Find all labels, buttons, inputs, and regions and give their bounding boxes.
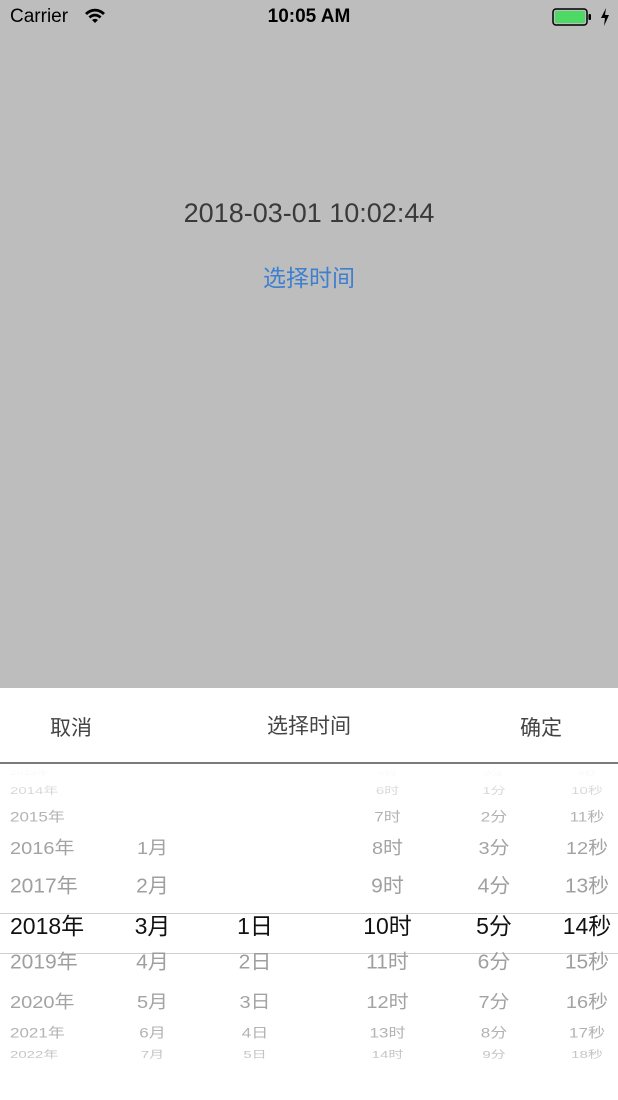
second-option[interactable]: 17秒 (548, 1021, 618, 1041)
second-option[interactable]: 9秒 (548, 768, 618, 777)
hour-option[interactable]: 13时 (345, 1021, 430, 1041)
hour-option[interactable]: 10时 (345, 907, 430, 941)
second-option[interactable]: 11秒 (548, 805, 618, 825)
minute-option[interactable]: 8分 (450, 1021, 538, 1041)
year-option[interactable]: 2013年 (10, 768, 110, 777)
day-option[interactable]: 5日 (210, 1047, 300, 1061)
hour-option[interactable]: 7时 (345, 805, 430, 825)
month-option[interactable]: 5月 (110, 987, 195, 1013)
select-time-button[interactable]: 选择时间 (0, 259, 618, 293)
second-wheel[interactable]: 9秒 10秒 11秒 12秒 13秒 14秒 15秒 16秒 17秒 18秒 (548, 764, 618, 1100)
month-option[interactable]: 1月 (110, 833, 195, 859)
second-option[interactable]: 10秒 (548, 783, 618, 797)
hour-wheel[interactable]: 5时 6时 7时 8时 9时 10时 11时 12时 13时 14时 (345, 764, 430, 1100)
year-option[interactable]: 2018年 (10, 907, 110, 941)
month-wheel[interactable]: 1月 2月 3月 4月 5月 6月 7月 (110, 764, 195, 1100)
year-option[interactable]: 2014年 (10, 783, 110, 797)
picker-toolbar: 取消 选择时间 确定 (0, 688, 618, 764)
second-option[interactable]: 12秒 (548, 833, 618, 859)
day-option[interactable]: 3日 (210, 987, 300, 1013)
year-option[interactable]: 2019年 (10, 947, 110, 976)
minute-option[interactable]: 0分 (450, 768, 538, 777)
hour-option[interactable]: 9时 (345, 871, 430, 900)
second-option[interactable]: 13秒 (548, 871, 618, 900)
day-wheel[interactable]: 1日 2日 3日 4日 5日 (210, 764, 300, 1100)
day-option[interactable]: 1日 (210, 907, 300, 941)
month-option[interactable]: 7月 (110, 1047, 195, 1061)
year-option[interactable]: 2015年 (10, 805, 110, 825)
minute-option[interactable]: 3分 (450, 833, 538, 859)
minute-option[interactable]: 4分 (450, 871, 538, 900)
year-option[interactable]: 2016年 (10, 833, 110, 859)
year-option[interactable]: 2022年 (10, 1047, 110, 1061)
minute-option[interactable]: 6分 (450, 947, 538, 976)
day-option[interactable]: 2日 (210, 947, 300, 976)
year-option[interactable]: 2020年 (10, 987, 110, 1013)
status-clock: 10:05 AM (267, 6, 351, 27)
picker-wheels: 2013年 2014年 2015年 2016年 2017年 2018年 2019年 2020年… (0, 764, 618, 1100)
second-option[interactable]: 18秒 (548, 1047, 618, 1061)
minute-option[interactable]: 9分 (450, 1047, 538, 1061)
month-option[interactable]: 2月 (110, 871, 195, 900)
hour-option[interactable]: 11时 (345, 947, 430, 976)
minute-option[interactable]: 7分 (450, 987, 538, 1013)
month-option[interactable]: 3月 (110, 907, 195, 941)
hour-option[interactable]: 12时 (345, 987, 430, 1013)
confirm-button[interactable]: 确定 (520, 712, 562, 742)
selected-datetime-text: 2018-03-01 10:02:44 (183, 198, 435, 228)
battery-icon (552, 8, 591, 26)
second-option[interactable]: 16秒 (548, 987, 618, 1013)
minute-wheel[interactable]: 0分 1分 2分 3分 4分 5分 6分 7分 8分 9分 (450, 764, 538, 1100)
year-wheel[interactable]: 2013年 2014年 2015年 2016年 2017年 2018年 2019年 2020年… (10, 764, 110, 1100)
minute-option[interactable]: 5分 (450, 907, 538, 941)
second-option[interactable]: 15秒 (548, 947, 618, 976)
charging-bolt-icon (601, 8, 609, 26)
month-option[interactable]: 6月 (110, 1021, 195, 1041)
month-option[interactable]: 4月 (110, 947, 195, 976)
hour-option[interactable]: 8时 (345, 833, 430, 859)
hour-option[interactable]: 5时 (345, 768, 430, 777)
datetime-picker-sheet: 取消 选择时间 确定 2013年 2014年 2015年 2016年 2017年 2018… (0, 688, 618, 1100)
day-option[interactable]: 4日 (210, 1021, 300, 1041)
hour-option[interactable]: 6时 (345, 783, 430, 797)
hour-option[interactable]: 14时 (345, 1047, 430, 1061)
dimmed-background[interactable] (0, 0, 618, 688)
second-option[interactable]: 14秒 (548, 907, 618, 941)
minute-option[interactable]: 2分 (450, 805, 538, 825)
year-option[interactable]: 2021年 (10, 1021, 110, 1041)
year-option[interactable]: 2017年 (10, 871, 110, 900)
status-bar: Carrier 10:05 AM (0, 0, 618, 36)
minute-option[interactable]: 1分 (450, 783, 538, 797)
